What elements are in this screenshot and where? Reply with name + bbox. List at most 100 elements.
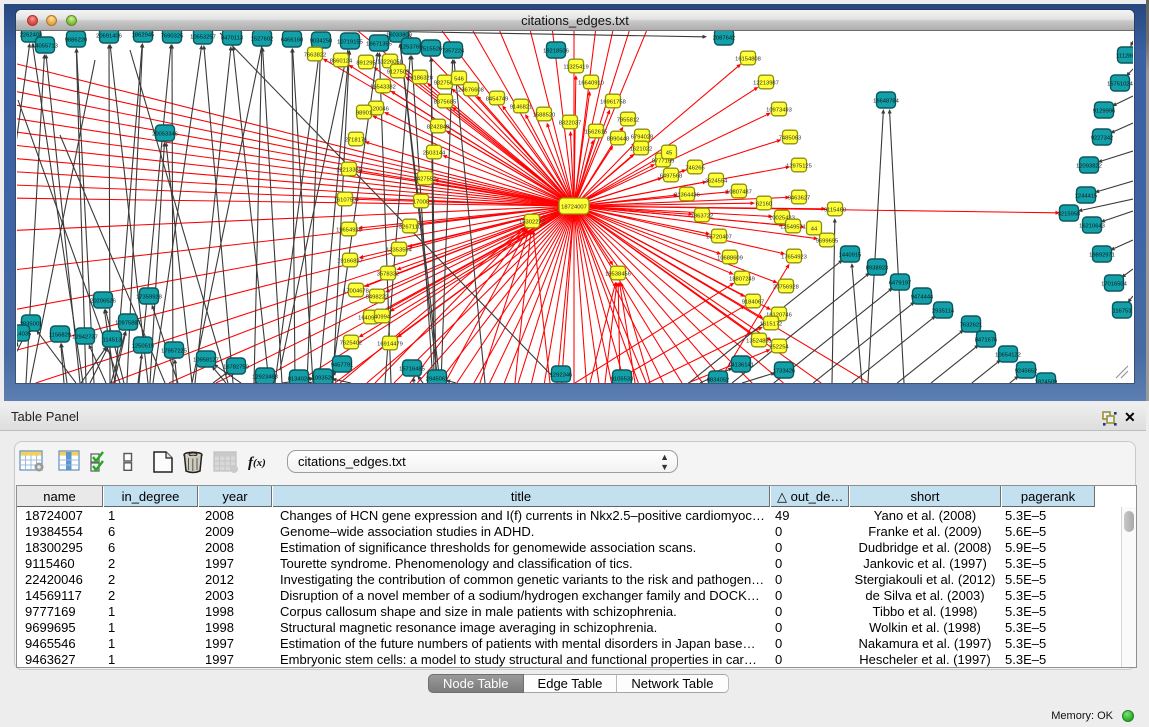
svg-text:8660124: 8660124 bbox=[330, 58, 353, 64]
svg-text:14055713: 14055713 bbox=[32, 43, 58, 49]
svg-text:19892971: 19892971 bbox=[1089, 252, 1115, 258]
svg-text:16961758: 16961758 bbox=[600, 99, 626, 105]
svg-text:16914479: 16914479 bbox=[377, 341, 403, 347]
svg-text:9227342: 9227342 bbox=[1091, 135, 1114, 141]
svg-text:(x): (x) bbox=[253, 457, 266, 469]
svg-text:19654925: 19654925 bbox=[336, 227, 362, 233]
svg-text:7357224: 7357224 bbox=[442, 48, 465, 54]
svg-text:6466160: 6466160 bbox=[281, 37, 304, 43]
svg-text:7663822: 7663822 bbox=[304, 52, 327, 58]
svg-text:62160: 62160 bbox=[756, 201, 772, 207]
svg-text:10719155: 10719155 bbox=[337, 39, 363, 45]
svg-text:17654923: 17654923 bbox=[781, 254, 807, 260]
svg-text:16154808: 16154808 bbox=[735, 56, 761, 62]
svg-text:23676608: 23676608 bbox=[458, 87, 484, 93]
svg-text:116753: 116753 bbox=[1113, 308, 1132, 314]
svg-text:2945061: 2945061 bbox=[426, 376, 449, 382]
svg-text:1250515: 1250515 bbox=[132, 343, 155, 349]
svg-text:7955812: 7955812 bbox=[617, 117, 640, 123]
svg-text:17008: 17008 bbox=[413, 199, 429, 205]
svg-text:8322037: 8322037 bbox=[559, 120, 582, 126]
svg-text:10654122: 10654122 bbox=[995, 352, 1021, 358]
svg-text:9457791: 9457791 bbox=[331, 362, 354, 368]
svg-text:1292346: 1292346 bbox=[550, 372, 573, 378]
svg-text:6794028: 6794028 bbox=[631, 134, 654, 140]
svg-text:17359928: 17359928 bbox=[136, 294, 162, 300]
svg-text:546: 546 bbox=[454, 76, 464, 82]
svg-text:16648784: 16648784 bbox=[873, 98, 900, 104]
svg-text:8134024: 8134024 bbox=[288, 376, 311, 382]
svg-text:9474444: 9474444 bbox=[911, 294, 934, 300]
svg-text:1615172: 1615172 bbox=[760, 321, 783, 327]
svg-text:252254: 252254 bbox=[769, 344, 789, 350]
svg-text:20053346: 20053346 bbox=[152, 131, 178, 137]
svg-text:3624554: 3624554 bbox=[705, 178, 728, 184]
svg-text:44: 44 bbox=[811, 226, 818, 232]
svg-text:1824509: 1824509 bbox=[1035, 379, 1058, 383]
svg-text:2718176: 2718176 bbox=[345, 137, 368, 143]
svg-text:12093822: 12093822 bbox=[1076, 163, 1102, 169]
svg-text:7625402: 7625402 bbox=[340, 340, 363, 346]
svg-text:5498222: 5498222 bbox=[366, 294, 389, 300]
svg-text:9127509: 9127509 bbox=[387, 69, 410, 75]
svg-text:10958127: 10958127 bbox=[193, 357, 219, 363]
svg-text:7632621: 7632621 bbox=[960, 322, 983, 328]
svg-text:2603144: 2603144 bbox=[423, 150, 446, 156]
svg-text:12353594: 12353594 bbox=[386, 247, 413, 253]
svg-text:891295: 891295 bbox=[356, 60, 375, 66]
svg-text:6479197: 6479197 bbox=[889, 280, 912, 286]
svg-text:9914035: 9914035 bbox=[17, 331, 31, 337]
svg-text:10807487: 10807487 bbox=[726, 189, 752, 195]
svg-text:11325419: 11325419 bbox=[563, 64, 588, 70]
svg-text:7690325: 7690325 bbox=[161, 33, 184, 39]
svg-text:9129996: 9129996 bbox=[1093, 108, 1116, 114]
svg-text:12942737: 12942737 bbox=[72, 334, 98, 340]
svg-text:9146821: 9146821 bbox=[510, 104, 533, 110]
svg-text:9699695: 9699695 bbox=[816, 238, 839, 244]
svg-text:9034250: 9034250 bbox=[310, 38, 333, 44]
svg-text:40994: 40994 bbox=[374, 314, 391, 320]
svg-text:7515526: 7515526 bbox=[420, 46, 443, 52]
svg-text:15720407: 15720407 bbox=[706, 234, 732, 240]
svg-text:20206526: 20206526 bbox=[90, 298, 116, 304]
svg-text:17016504: 17016504 bbox=[1101, 281, 1128, 287]
svg-text:3578332: 3578332 bbox=[377, 271, 400, 277]
svg-text:16782759: 16782759 bbox=[223, 364, 249, 370]
svg-text:9184067: 9184067 bbox=[742, 299, 765, 305]
svg-text:18807249: 18807249 bbox=[729, 276, 755, 282]
svg-text:8471676: 8471676 bbox=[975, 337, 998, 343]
svg-text:1733426: 1733426 bbox=[773, 368, 796, 374]
svg-text:8375685: 8375685 bbox=[434, 99, 457, 105]
svg-text:15716485: 15716485 bbox=[399, 366, 425, 372]
svg-text:8834052: 8834052 bbox=[707, 377, 730, 383]
svg-text:1862945: 1862945 bbox=[132, 32, 155, 38]
svg-text:15302273: 15302273 bbox=[519, 219, 545, 225]
svg-text:3215958: 3215958 bbox=[1058, 211, 1081, 217]
svg-text:1610755: 1610755 bbox=[334, 197, 357, 203]
svg-text:10973493: 10973493 bbox=[766, 107, 792, 113]
svg-text:45: 45 bbox=[666, 150, 672, 156]
svg-text:1588520: 1588520 bbox=[533, 112, 556, 118]
svg-text:6497568: 6497568 bbox=[660, 173, 683, 179]
svg-text:7485063: 7485063 bbox=[779, 135, 802, 141]
svg-text:746266: 746266 bbox=[685, 165, 704, 171]
svg-text:7863722: 7863722 bbox=[691, 213, 714, 219]
svg-text:19218506: 19218506 bbox=[543, 48, 569, 54]
svg-text:8470113: 8470113 bbox=[221, 35, 243, 41]
svg-text:16640910: 16640910 bbox=[578, 80, 604, 86]
svg-text:1621022: 1621022 bbox=[630, 146, 653, 152]
svg-text:16210643: 16210643 bbox=[1079, 223, 1105, 229]
svg-text:1156829: 1156829 bbox=[49, 332, 71, 338]
svg-text:1562615: 1562615 bbox=[585, 129, 608, 135]
svg-text:12975125: 12975125 bbox=[786, 163, 812, 169]
svg-text:2087642: 2087642 bbox=[713, 35, 736, 41]
svg-text:12549571: 12549571 bbox=[780, 224, 806, 230]
svg-text:12213987: 12213987 bbox=[753, 80, 779, 86]
svg-text:9886220: 9886220 bbox=[65, 37, 88, 43]
svg-text:13524851: 13524851 bbox=[746, 338, 772, 344]
svg-text:19166827: 19166827 bbox=[337, 258, 363, 264]
svg-text:1093526: 1093526 bbox=[312, 375, 335, 381]
svg-text:8938923: 8938923 bbox=[866, 265, 889, 271]
svg-text:8990448: 8990448 bbox=[607, 136, 630, 142]
svg-text:21364436: 21364436 bbox=[674, 192, 700, 198]
